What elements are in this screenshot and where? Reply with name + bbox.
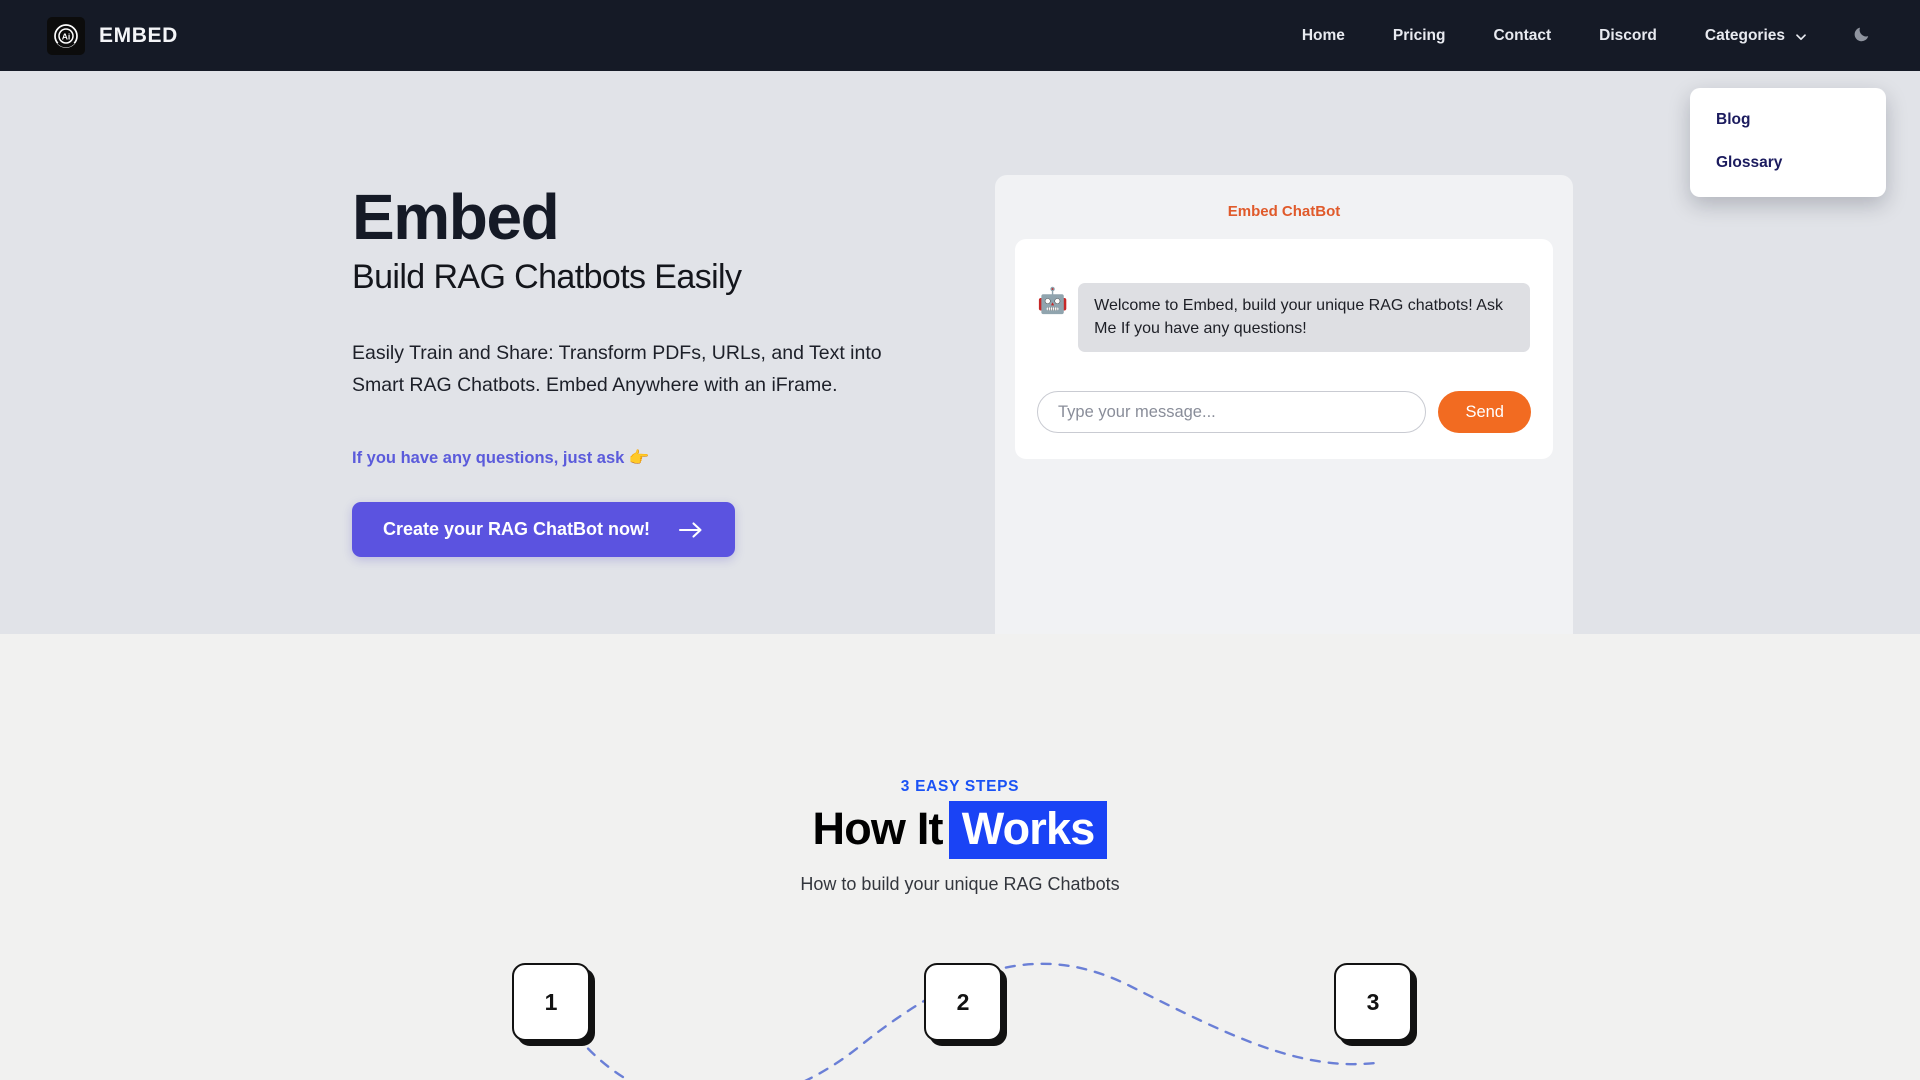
nav-link-discord[interactable]: Discord <box>1575 17 1681 55</box>
chat-bot-message: Welcome to Embed, build your unique RAG … <box>1078 283 1531 353</box>
nav-links: Home Pricing Contact Discord Categories … <box>1278 14 1898 197</box>
chat-input-row: Send <box>1037 391 1531 433</box>
hero-copy: Embed Build RAG Chatbots Easily Easily T… <box>352 181 992 634</box>
theme-toggle-button[interactable] <box>1831 14 1898 58</box>
moon-icon <box>1853 24 1872 48</box>
chat-message-row: 🤖 Welcome to Embed, build your unique RA… <box>1037 283 1531 353</box>
robot-emoji-icon: 🤖 <box>1037 287 1069 315</box>
hero-description: Easily Train and Share: Transform PDFs, … <box>352 342 882 396</box>
nav-link-categories[interactable]: Categories <box>1681 17 1831 55</box>
dropdown-item-glossary[interactable]: Glossary <box>1690 147 1886 179</box>
nav-link-pricing[interactable]: Pricing <box>1369 17 1470 55</box>
works-title-highlight: Works <box>948 801 1108 859</box>
categories-dropdown-panel: Blog Glossary <box>1690 87 1886 197</box>
works-title-plain: How It <box>812 803 944 854</box>
create-chatbot-button[interactable]: Create your RAG ChatBot now! <box>352 502 736 558</box>
cta-label: Create your RAG ChatBot now! <box>383 519 651 540</box>
step-card-2[interactable]: 2 <box>924 963 1002 1041</box>
top-navbar: Ai EMBED Home Pricing Contact Discord Ca… <box>0 0 1920 197</box>
chat-message-input[interactable] <box>1037 391 1427 433</box>
works-title: How It Works <box>0 801 1920 859</box>
page-title: Embed <box>352 181 560 253</box>
brand[interactable]: Ai EMBED <box>47 16 178 55</box>
categories-dropdown: Categories Blog Glossary <box>1681 17 1886 197</box>
svg-text:Ai: Ai <box>62 31 71 41</box>
ai-fingerprint-logo-icon: Ai <box>47 16 85 55</box>
step-card-1[interactable]: 1 <box>512 963 590 1041</box>
brand-name: EMBED <box>99 23 178 47</box>
chat-widget-title: Embed ChatBot <box>1227 203 1341 220</box>
arrow-right-icon <box>678 521 704 539</box>
nav-link-home[interactable]: Home <box>1278 17 1369 55</box>
how-it-works-section: 3 EASY STEPS How It Works How to build yo… <box>0 634 1920 1080</box>
chat-widget: Embed ChatBot 🤖 Welcome to Embed, build … <box>995 175 1573 675</box>
ask-question-link[interactable]: If you have any questions, just ask 👉 <box>352 449 649 468</box>
chevron-down-icon <box>1795 30 1807 42</box>
step-card-3[interactable]: 3 <box>1334 963 1412 1041</box>
send-button[interactable]: Send <box>1438 391 1531 433</box>
chat-card: 🤖 Welcome to Embed, build your unique RA… <box>1015 239 1553 459</box>
nav-link-contact[interactable]: Contact <box>1469 17 1575 55</box>
hero-subtitle: Build RAG Chatbots Easily <box>352 258 742 297</box>
works-subtitle: How to build your unique RAG Chatbots <box>800 874 1120 894</box>
hero-section: Embed Build RAG Chatbots Easily Easily T… <box>0 71 1920 675</box>
categories-label: Categories <box>1704 26 1785 44</box>
dropdown-item-blog[interactable]: Blog <box>1690 104 1886 136</box>
steps-area: 1 2 3 <box>0 951 1920 1080</box>
works-eyebrow: 3 EASY STEPS <box>900 778 1020 795</box>
